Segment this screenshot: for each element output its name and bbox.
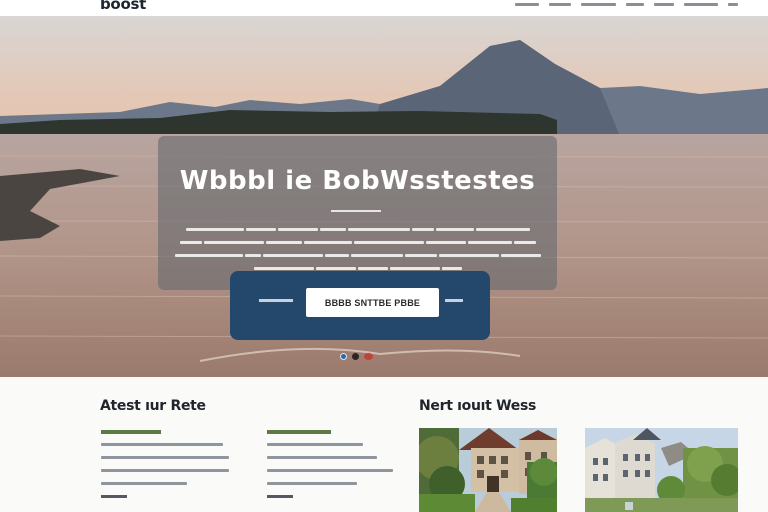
card-line [267,469,393,472]
card-heading[interactable] [101,430,161,434]
card-line [101,443,223,446]
carousel-dot-active[interactable] [340,353,347,360]
building-image [419,428,557,512]
latest-card [267,430,407,498]
carousel-dot[interactable] [352,353,359,360]
news-photo-building[interactable] [419,428,557,512]
carousel-dots [340,353,373,360]
nav-item[interactable] [654,3,674,6]
carousel-dot[interactable] [364,353,373,360]
cta-panel: BBBB SNTTBE PBBE [230,271,490,340]
read-more-link[interactable] [101,495,127,498]
paragraph-text [179,241,202,245]
site-logo[interactable]: boost [100,0,146,13]
card-line [267,456,377,459]
nav-item[interactable] [728,3,738,6]
card-line [267,443,363,446]
cta-left-text [259,299,293,302]
village-image [585,428,738,512]
nav-item[interactable] [626,3,644,6]
card-heading[interactable] [267,430,331,434]
hero-section: Wbbbl ie BobWsstestes BBBB SNTTBE PBBE [0,16,768,377]
nav-item[interactable] [684,3,718,6]
paragraph-text [174,254,243,258]
card-line [101,469,229,472]
card-line [101,482,187,485]
latest-card [101,430,241,498]
nav-item[interactable] [581,3,616,6]
hero-text-panel: Wbbbl ie BobWsstestes [158,136,557,290]
card-text [101,443,241,485]
latest-section-header: Atest ıur Rete [100,398,206,414]
nav-item[interactable] [515,3,539,6]
card-line [101,456,229,459]
nav-menu [515,3,738,6]
card-line [267,482,357,485]
cta-button[interactable]: BBBB SNTTBE PBBE [306,288,439,317]
card-text [267,443,407,485]
top-navigation: boost [0,0,768,16]
news-section-title: Nert ıouıt Wess [419,398,537,414]
title-divider [331,210,381,212]
hero-title: Wbbbl ie BobWsstestes [179,166,536,196]
nav-item[interactable] [549,3,571,6]
news-photo-village[interactable] [585,428,738,512]
paragraph-text [253,267,314,271]
paragraph-text [185,228,244,232]
news-section-header: Nert ıouıt Wess [419,398,536,414]
hero-paragraph [170,224,545,276]
read-more-link[interactable] [267,495,293,498]
cta-right-text [445,299,463,302]
latest-section-title: Atest ıur Rete [100,398,206,414]
